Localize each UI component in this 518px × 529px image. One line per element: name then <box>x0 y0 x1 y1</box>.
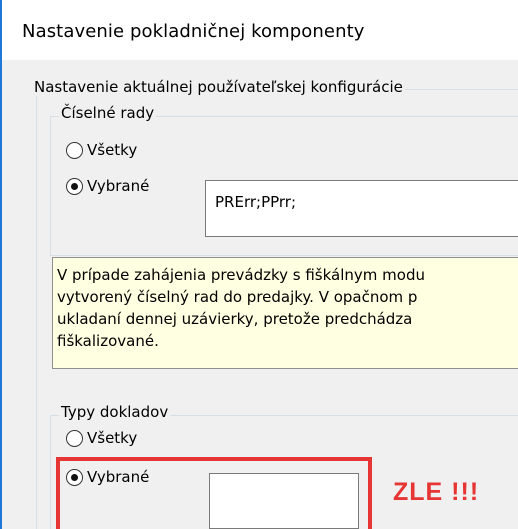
radio-unchecked-icon <box>66 429 83 447</box>
error-highlight-box <box>56 457 372 529</box>
info-line: vytvorený číselný rad do predajky. V opa… <box>57 288 418 306</box>
info-line: V prípade zahájenia prevádzky s fiškálny… <box>57 266 425 284</box>
dialog-titlebar: Nastavenie pokladničnej komponenty <box>2 0 518 60</box>
radio-unchecked-icon <box>66 141 83 159</box>
info-line: fiškalizované. <box>57 332 159 350</box>
number-series-input[interactable]: PRErr;PPrr; <box>205 180 518 237</box>
info-box: V prípade zahájenia prevádzky s fiškálny… <box>52 257 518 369</box>
error-annotation: ZLE !!! <box>393 478 480 506</box>
config-groupbox-label: Nastavenie aktuálnej používateľskej konf… <box>32 78 405 96</box>
document-types-label: Typy dokladov <box>59 403 171 421</box>
number-series-selected-radio[interactable]: Vybrané <box>66 177 149 195</box>
dialog-title: Nastavenie pokladničnej komponenty <box>22 21 365 42</box>
number-series-selected-label: Vybrané <box>87 177 150 195</box>
radio-checked-icon <box>66 177 83 195</box>
number-series-all-radio[interactable]: Všetky <box>66 141 137 159</box>
number-series-value: PRErr;PPrr; <box>215 193 297 211</box>
document-types-all-label: Všetky <box>87 429 138 447</box>
info-line: ukladaní dennej uzávierky, pretože predc… <box>57 310 413 328</box>
dialog-content: Nastavenie aktuálnej používateľskej konf… <box>2 60 518 529</box>
document-types-all-radio[interactable]: Všetky <box>66 429 137 447</box>
number-series-all-label: Všetky <box>87 141 138 159</box>
number-series-label: Číselné rady <box>59 104 157 122</box>
